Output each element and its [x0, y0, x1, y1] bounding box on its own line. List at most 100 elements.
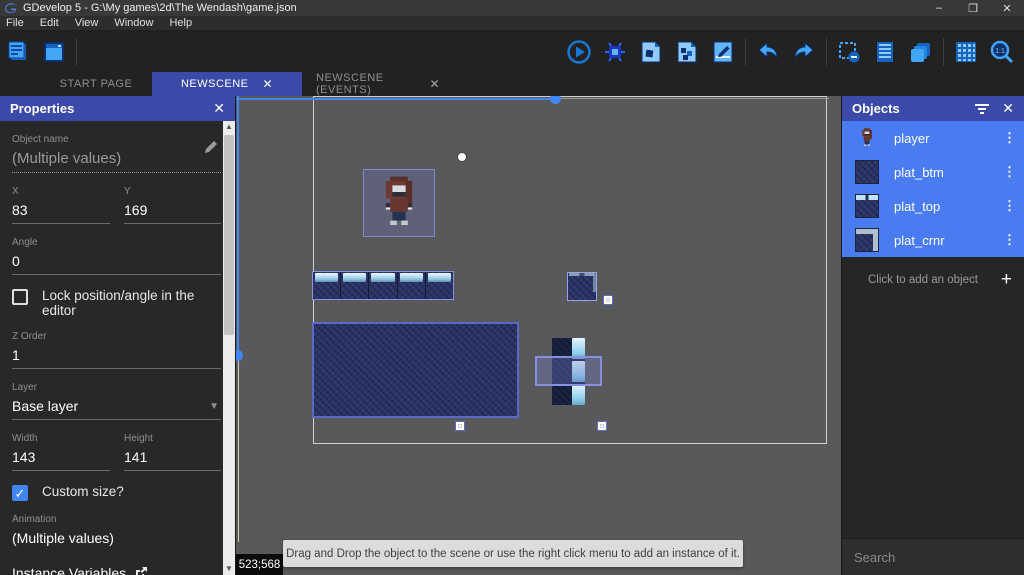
redo-icon[interactable] — [791, 39, 817, 65]
lock-position-checkbox[interactable] — [12, 289, 28, 305]
objects-close-icon[interactable]: ✕ — [1002, 100, 1014, 117]
gdevelop-window: GDevelop 5 - G:\My games\2d\The Wendash\… — [0, 0, 1024, 575]
object-row-plat-btm[interactable]: plat_btm ⋮ — [842, 155, 1024, 189]
properties-panel: Properties ✕ Object name (Multiple value… — [0, 96, 236, 575]
plat-top-tile — [369, 272, 398, 299]
menu-edit[interactable]: Edit — [32, 17, 67, 29]
resize-handle[interactable] — [597, 421, 607, 431]
tab-newscene-events[interactable]: NEWSCENE (EVENTS) ✕ — [302, 72, 454, 96]
vertical-scrollbar-track[interactable] — [238, 357, 239, 542]
x-label: X — [12, 186, 19, 197]
debug-icon[interactable] — [602, 39, 628, 65]
title-bar: GDevelop 5 - G:\My games\2d\The Wendash\… — [0, 0, 1024, 16]
object-groups-icon[interactable] — [674, 39, 700, 65]
add-object-plus-icon[interactable]: + — [1001, 269, 1012, 291]
object-name: plat_btm — [894, 164, 944, 180]
toolbar-separator — [745, 37, 746, 66]
filter-icon[interactable] — [974, 103, 990, 115]
object-name-label: Object name — [12, 134, 69, 145]
custom-size-label: Custom size? — [42, 484, 124, 499]
vertical-scrollbar-thumb[interactable] — [236, 350, 243, 361]
object-name: player — [894, 130, 930, 146]
more-options-icon[interactable]: ⋮ — [1003, 232, 1016, 248]
menu-view[interactable]: View — [67, 17, 107, 29]
z-order-field[interactable]: 1 — [12, 342, 221, 369]
scroll-up-icon[interactable]: ▲ — [223, 121, 235, 133]
objects-editor-icon[interactable] — [638, 39, 664, 65]
tile-top-edge — [569, 273, 595, 276]
objects-panel: Objects ✕ player ⋮ plat_btm ⋮ plat_top ⋮… — [841, 96, 1024, 575]
instance-variables-row[interactable]: Instance Variables — [12, 565, 221, 575]
more-options-icon[interactable]: ⋮ — [1003, 164, 1016, 180]
toolbar: 1:1 — [0, 31, 1024, 72]
more-options-icon[interactable]: ⋮ — [1003, 130, 1016, 146]
instances-list-icon[interactable] — [872, 39, 898, 65]
custom-size-row[interactable]: ✓ Custom size? — [12, 484, 221, 501]
cursor-coordinates: 523;568 — [236, 554, 283, 575]
object-row-player[interactable]: player ⋮ — [842, 121, 1024, 155]
layers-icon[interactable] — [908, 39, 934, 65]
undo-icon[interactable] — [755, 39, 781, 65]
menu-file[interactable]: File — [0, 17, 32, 29]
tab-start-page[interactable]: START PAGE — [40, 72, 152, 96]
y-field[interactable]: 169 — [124, 197, 221, 224]
lock-position-row[interactable]: Lock position/angle in the editor — [12, 288, 221, 318]
properties-header: Properties ✕ — [0, 96, 235, 121]
grid-icon[interactable] — [953, 39, 979, 65]
resize-handle[interactable] — [455, 421, 465, 431]
properties-title: Properties — [10, 101, 75, 116]
add-object-row[interactable]: Click to add an object + — [842, 261, 1024, 299]
player-instance[interactable] — [363, 169, 435, 237]
menu-window[interactable]: Window — [106, 17, 161, 29]
close-button[interactable]: ✕ — [990, 0, 1024, 16]
minimize-button[interactable]: – — [922, 0, 956, 16]
width-field[interactable]: 143 — [12, 444, 110, 471]
object-name-field[interactable]: (Multiple values) — [12, 141, 221, 173]
vertical-scrollbar[interactable] — [237, 96, 239, 356]
scrollbar-thumb[interactable] — [224, 135, 234, 335]
drag-drop-hint: Drag and Drop the object to the scene or… — [283, 540, 743, 567]
custom-size-checkbox[interactable]: ✓ — [12, 485, 28, 501]
zoom-original-icon[interactable]: 1:1 — [989, 39, 1015, 65]
scene-editor-icon[interactable] — [41, 39, 67, 65]
player-sprite — [385, 176, 413, 225]
animation-field[interactable]: (Multiple values) — [12, 525, 221, 551]
selection-origin-dot[interactable] — [458, 153, 466, 161]
width-label: Width — [12, 433, 38, 444]
plat-crnr-instance[interactable] — [567, 272, 597, 301]
tab-close-icon[interactable]: ✕ — [263, 77, 274, 91]
tab-newscene[interactable]: NEWSCENE ✕ — [152, 72, 302, 96]
delete-selection-icon[interactable] — [836, 39, 862, 65]
properties-scrollbar[interactable]: ▲ ▼ — [223, 121, 235, 575]
scroll-down-icon[interactable]: ▼ — [223, 563, 235, 575]
plat-top-tile — [397, 272, 426, 299]
layer-select[interactable]: Base layer ▼ — [12, 393, 221, 420]
scene-properties-icon[interactable] — [710, 39, 736, 65]
plat-btm-large-instance[interactable] — [312, 322, 519, 418]
restore-button[interactable]: ❐ — [956, 0, 990, 16]
plat-top-strip-instance[interactable] — [312, 271, 454, 300]
project-manager-icon[interactable] — [5, 39, 31, 65]
plat-btm-thumbnail — [854, 159, 880, 185]
object-row-plat-top[interactable]: plat_top ⋮ — [842, 189, 1024, 223]
properties-body: Object name (Multiple values) X 83 Y 169… — [0, 121, 223, 575]
preview-play-icon[interactable] — [566, 39, 592, 65]
window-controls: – ❐ ✕ — [922, 0, 1024, 16]
horizontal-scrollbar[interactable] — [236, 98, 556, 100]
resize-handle[interactable] — [603, 295, 613, 305]
edit-pencil-icon[interactable] — [203, 139, 219, 155]
more-options-icon[interactable]: ⋮ — [1003, 198, 1016, 214]
horizontal-scrollbar-track[interactable] — [561, 98, 829, 99]
selection-rectangle[interactable] — [535, 356, 602, 386]
properties-close-icon[interactable]: ✕ — [213, 100, 225, 117]
angle-field[interactable]: 0 — [12, 248, 221, 275]
toolbar-separator — [76, 37, 77, 66]
height-field[interactable]: 141 — [124, 444, 221, 471]
search-input[interactable] — [854, 549, 1024, 565]
tab-close-icon[interactable]: ✕ — [429, 77, 440, 91]
object-row-plat-crnr[interactable]: plat_crnr ⋮ — [842, 223, 1024, 257]
scene-canvas[interactable]: Drag and Drop the object to the scene or… — [236, 96, 841, 575]
menu-help[interactable]: Help — [161, 17, 200, 29]
x-field[interactable]: 83 — [12, 197, 110, 224]
player-thumbnail — [854, 125, 880, 151]
